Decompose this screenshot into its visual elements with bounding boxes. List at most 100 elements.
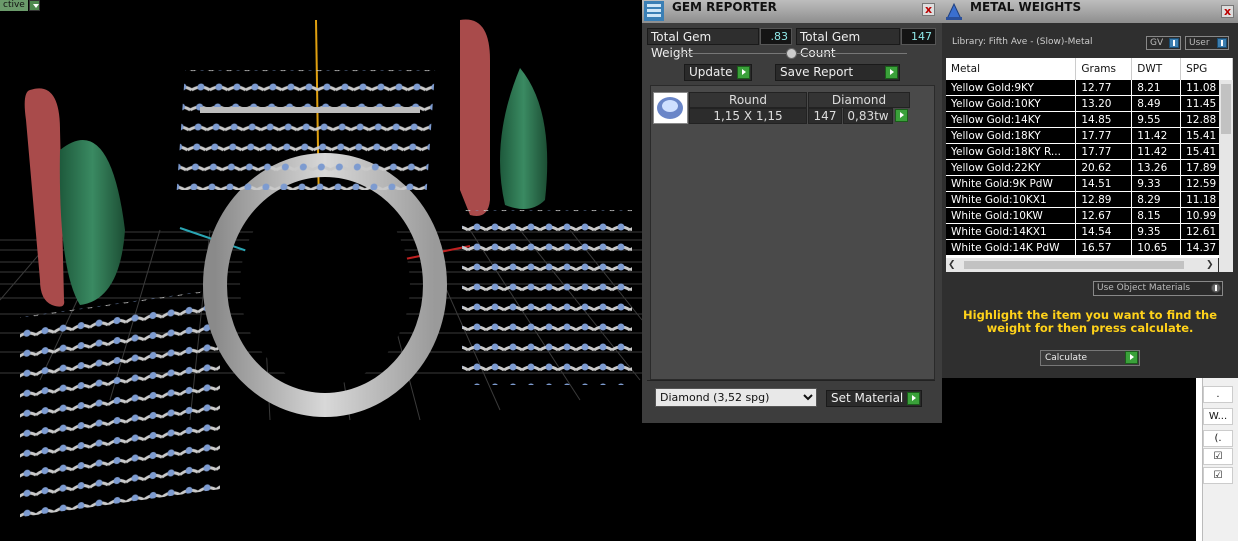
save-report-label: Save Report — [780, 65, 854, 79]
metal-name-cell: Yellow Gold:18KY — [946, 127, 1077, 144]
user-toggle-icon — [1217, 38, 1227, 48]
view-mode-dropdown-icon[interactable] — [29, 0, 40, 11]
3d-viewport[interactable]: ctive — [0, 0, 642, 541]
gem-reporter-icon — [644, 1, 664, 21]
metal-table-row[interactable]: White Gold:14KX1 14.54 9.35 12.61 — [946, 223, 1233, 240]
metal-name-cell: White Gold:14KX1 — [946, 223, 1077, 240]
metal-table-row[interactable]: Yellow Gold:18KY 17.77 11.42 15.41 — [946, 127, 1233, 144]
calculate-arrow-icon — [1125, 351, 1138, 364]
grams-cell: 16.57 — [1075, 239, 1133, 256]
set-material-button[interactable]: Set Material — [826, 390, 922, 407]
dwt-cell: 8.21 — [1131, 80, 1182, 96]
dwt-cell: 9.33 — [1131, 175, 1182, 192]
metal-table-row[interactable]: White Gold:14K PdW 16.57 10.65 14.37 — [946, 239, 1233, 256]
gem-reporter-title: GEM REPORTER — [672, 0, 777, 14]
use-object-materials-toggle[interactable]: Use Object Materials — [1093, 281, 1223, 296]
user-toggle[interactable]: User — [1185, 36, 1229, 50]
grams-cell: 14.54 — [1075, 223, 1133, 240]
side-cell-2[interactable]: W... — [1203, 408, 1233, 425]
total-gem-weight-label: Total Gem Weight — [647, 28, 759, 60]
grams-cell: 12.67 — [1075, 207, 1133, 224]
update-button[interactable]: Update — [684, 64, 752, 81]
metal-name-cell: Yellow Gold:22KY — [946, 159, 1077, 176]
grams-cell: 14.85 — [1075, 111, 1133, 128]
vertical-scroll-thumb[interactable] — [1221, 84, 1231, 134]
metal-column-header[interactable]: Metal — [946, 58, 1077, 80]
update-arrow-icon — [737, 66, 750, 79]
dwt-cell: 8.15 — [1131, 207, 1182, 224]
gem-material-header: Diamond — [808, 92, 910, 108]
gem-shape-header: Round — [689, 92, 807, 108]
update-label: Update — [689, 65, 733, 79]
total-gem-count-value: 147 — [901, 28, 936, 45]
dwt-column-header[interactable]: DWT — [1131, 58, 1182, 80]
user-label: User — [1189, 38, 1210, 48]
set-material-label: Set Material — [831, 391, 904, 405]
calculate-label: Calculate — [1045, 353, 1088, 363]
scroll-right-icon[interactable]: ❯ — [1206, 260, 1216, 270]
round-gem-icon — [657, 97, 683, 119]
metal-name-cell: Yellow Gold:10KY — [946, 95, 1077, 112]
save-report-arrow-icon — [885, 66, 898, 79]
gv-toggle-icon — [1169, 38, 1179, 48]
metal-weights-titlebar[interactable]: METAL WEIGHTS x — [942, 0, 1238, 23]
metal-table-row[interactable]: Yellow Gold:9KY 12.77 8.21 11.08 — [946, 80, 1233, 96]
side-checkbox-2[interactable]: ☑ — [1203, 467, 1233, 484]
dwt-cell: 8.29 — [1131, 191, 1182, 208]
grams-cell: 13.20 — [1075, 95, 1133, 112]
view-mode-tag[interactable]: ctive — [0, 0, 28, 11]
metal-table-row[interactable]: White Gold:10KW 12.67 8.15 10.99 — [946, 207, 1233, 224]
metal-table[interactable]: Metal Grams DWT SPG Yellow Gold:9KY 12.77… — [946, 58, 1233, 258]
total-gem-count-label: Total Gem Count — [796, 28, 900, 60]
total-gem-weight-value: .83 — [760, 28, 792, 45]
grams-column-header[interactable]: Grams — [1075, 58, 1133, 80]
gem-material-select[interactable]: Diamond (3,52 spg) — [655, 388, 817, 407]
gem-reporter-titlebar[interactable]: GEM REPORTER x — [642, 0, 942, 23]
calculate-hint-text: Highlight the item you want to find the … — [963, 308, 1217, 335]
metal-table-row[interactable]: Yellow Gold:10KY 13.20 8.49 11.45 — [946, 95, 1233, 112]
panel-edge — [1196, 378, 1203, 541]
library-label: Library: Fifth Ave - (Slow)-Metal — [952, 37, 1093, 47]
calculate-button[interactable]: Calculate — [1040, 350, 1140, 366]
divider — [647, 380, 935, 381]
grams-cell: 20.62 — [1075, 159, 1133, 176]
dwt-cell: 8.49 — [1131, 95, 1182, 112]
metal-weights-title: METAL WEIGHTS — [970, 0, 1082, 14]
dwt-cell: 10.65 — [1131, 239, 1182, 256]
dwt-cell: 11.42 — [1131, 127, 1182, 144]
side-cell-3[interactable]: (. — [1203, 430, 1233, 447]
metal-name-cell: White Gold:10KX1 — [946, 191, 1077, 208]
save-report-button[interactable]: Save Report — [775, 64, 900, 81]
set-material-arrow-icon — [907, 392, 920, 405]
metal-name-cell: Yellow Gold:14KY — [946, 111, 1077, 128]
metal-table-row[interactable]: White Gold:10KX1 12.89 8.29 11.18 — [946, 191, 1233, 208]
metal-name-cell: Yellow Gold:9KY — [946, 80, 1077, 96]
gem-list[interactable]: Round Diamond 1,15 X 1,15 147 0,83tw — [650, 85, 935, 380]
side-checkbox-1[interactable]: ☑ — [1203, 448, 1233, 465]
metal-weights-close-button[interactable]: x — [1221, 5, 1234, 18]
horizontal-scroll-thumb[interactable] — [964, 261, 1184, 269]
metal-weights-icon — [946, 2, 962, 20]
gem-reporter-close-button[interactable]: x — [922, 3, 935, 16]
gv-label: GV — [1150, 38, 1164, 48]
metal-table-row[interactable]: Yellow Gold:22KY 20.62 13.26 17.89 — [946, 159, 1233, 176]
gv-toggle[interactable]: GV — [1146, 36, 1181, 50]
metal-table-row[interactable]: Yellow Gold:18KY R... 17.77 11.42 15.41 — [946, 143, 1233, 160]
gem-shape-thumbnail[interactable] — [653, 92, 688, 124]
use-object-materials-radio-icon — [1211, 283, 1221, 293]
scroll-left-icon[interactable]: ❮ — [948, 260, 958, 270]
metal-name-cell: White Gold:10KW — [946, 207, 1077, 224]
side-cell-1[interactable]: . — [1203, 386, 1233, 403]
slider-knob[interactable] — [786, 48, 797, 59]
metal-table-vertical-scrollbar[interactable] — [1219, 80, 1233, 272]
metal-table-horizontal-scrollbar[interactable]: ❮ ❯ — [946, 258, 1218, 272]
gem-weight-cell: 0,83tw — [843, 108, 893, 124]
metal-table-header-row: Metal Grams DWT SPG — [946, 58, 1233, 80]
grams-cell: 12.89 — [1075, 191, 1133, 208]
gem-count-cell: 147 — [808, 108, 842, 124]
gem-row-select-arrow-icon[interactable] — [895, 109, 908, 122]
dwt-cell: 9.35 — [1131, 223, 1182, 240]
metal-table-row[interactable]: Yellow Gold:14KY 14.85 9.55 12.88 — [946, 111, 1233, 128]
spg-column-header[interactable]: SPG — [1180, 58, 1233, 80]
metal-table-row[interactable]: White Gold:9K PdW 14.51 9.33 12.59 — [946, 175, 1233, 192]
